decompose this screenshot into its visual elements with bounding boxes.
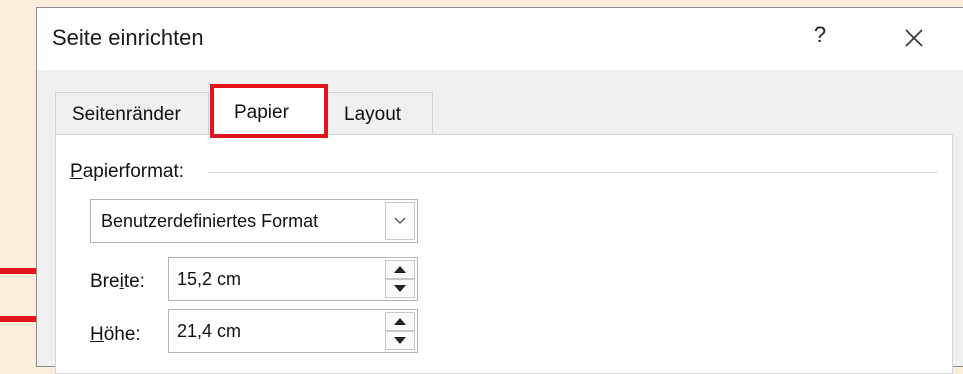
paper-format-label-rest: apierformat: [82,161,185,182]
height-label: Höhe: [90,324,141,346]
height-decrement-button[interactable] [385,331,415,350]
triangle-down-icon [394,337,406,344]
width-increment-button[interactable] [385,260,415,279]
close-button[interactable] [901,25,927,51]
paper-format-dropdown-button[interactable] [385,202,415,240]
chevron-down-icon [394,217,406,224]
help-button[interactable]: ? [810,22,830,48]
tab-margins[interactable]: Seitenränder [55,92,209,136]
tab-paper[interactable]: Papier [210,84,328,138]
height-label-accelerator: H [90,324,104,345]
triangle-down-icon [394,285,406,292]
width-input[interactable] [169,258,387,300]
height-input[interactable] [169,310,387,352]
width-label-before: Bre [90,271,120,292]
height-label-after: öhe: [103,324,141,345]
tab-strip: Seitenränder Papier Layout [55,82,475,138]
width-spinner [168,257,418,301]
page-setup-dialog: Seite einrichten ? Seitenränder Papier L… [36,7,963,374]
triangle-up-icon [394,266,406,273]
width-label: Breite: [90,271,145,293]
paper-format-select[interactable]: Benutzerdefiniertes Format [90,199,418,243]
height-increment-button[interactable] [385,312,415,331]
height-spinner [168,309,418,353]
width-decrement-button[interactable] [385,279,415,298]
group-divider [208,172,938,173]
paper-format-group-label: Papierformat: [70,161,184,183]
close-icon [905,29,923,47]
dialog-titlebar: Seite einrichten ? [37,8,963,70]
tab-layout[interactable]: Layout [327,92,433,136]
dialog-title: Seite einrichten [52,25,204,50]
paper-tab-panel: Papierformat: Benutzerdefiniertes Format… [55,134,953,374]
paper-format-accelerator: P [70,161,83,182]
width-label-after: te: [123,271,145,292]
triangle-up-icon [394,318,406,325]
paper-format-value: Benutzerdefiniertes Format [101,211,319,231]
